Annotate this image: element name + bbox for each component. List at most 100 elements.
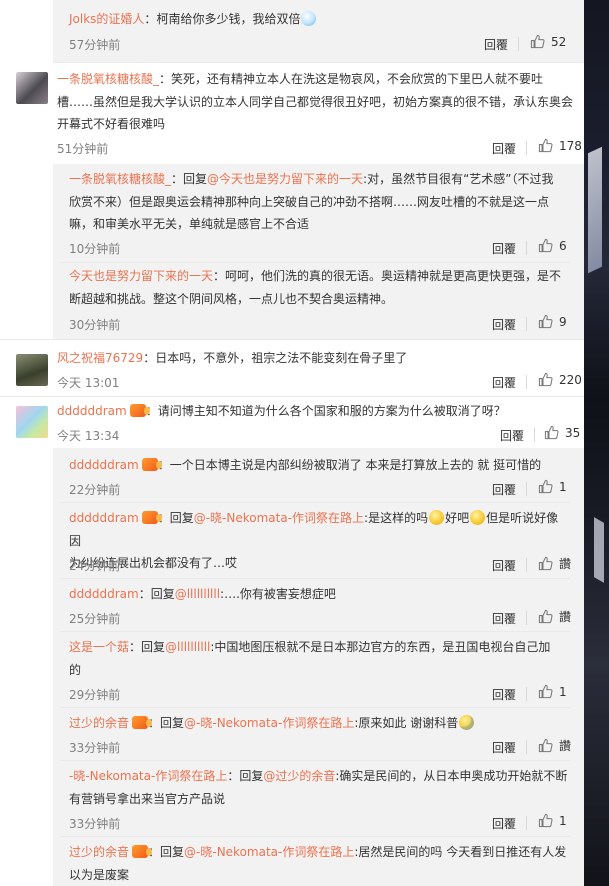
reply-button[interactable]: 回覆: [492, 240, 516, 257]
username-link[interactable]: 今天也是努力留下来的一天: [69, 269, 213, 283]
vip-badge-icon: [132, 716, 153, 729]
reply-button[interactable]: 回覆: [492, 140, 516, 157]
divider: [60, 836, 570, 837]
reply-button[interactable]: 回覆: [492, 481, 516, 498]
reply-button[interactable]: 回覆: [492, 739, 516, 756]
vip-badge-icon: [132, 845, 153, 858]
username-link[interactable]: Jolks的证婚人: [69, 12, 144, 26]
mention-link[interactable]: @llllllllll: [175, 587, 220, 601]
username-link[interactable]: 过少的余音: [69, 845, 129, 859]
avatar[interactable]: [16, 406, 48, 438]
divider: [526, 558, 527, 572]
comment-time: 29分钟前: [69, 688, 121, 702]
emoji-icon: [470, 510, 486, 525]
comment-time: 今天 13:01: [57, 376, 120, 390]
divider: [526, 375, 527, 389]
vip-badge-icon: [141, 511, 162, 524]
thumbs-up-icon: [538, 684, 553, 699]
comment-time: 33分钟前: [69, 817, 121, 831]
comment-text: Jolks的证婚人：柯南给你多少钱，我给双倍: [69, 8, 317, 31]
mention-link[interactable]: @今天也是努力留下来的一天: [207, 172, 363, 186]
username-link[interactable]: 一条脱氧核糖核酸_: [57, 72, 159, 86]
comment-text: ddddddram ：请问博主知不知道为什么各个国家和服的方案为什么被取消了呀？: [57, 404, 506, 418]
mention-link[interactable]: @-晓-Nekomata-作词祭在路上: [194, 511, 364, 525]
comment-time: 24分钟前: [69, 559, 121, 573]
like-button[interactable]: 讚: [538, 608, 571, 625]
divider: [60, 502, 570, 503]
reply-button[interactable]: 回覆: [500, 427, 524, 444]
username-link[interactable]: 一条脱氧核糖核酸_: [69, 172, 171, 186]
thumbs-up-icon: [544, 425, 559, 440]
comment-time: 33分钟前: [69, 741, 121, 755]
comment-text: 这是一个菇：回复@llllllllll:中国地图压根就不是日本那边官方的东西，是…: [69, 640, 551, 677]
username-link[interactable]: -晓-Nekomata-作词祭在路上: [69, 769, 227, 783]
divider: [60, 760, 570, 761]
divider: [534, 428, 535, 442]
mention-link[interactable]: @-晓-Nekomata-作词祭在路上: [184, 845, 354, 859]
divider: [0, 396, 584, 397]
username-link[interactable]: ddddddram: [57, 404, 127, 418]
avatar[interactable]: [16, 72, 48, 104]
divider: [526, 317, 527, 331]
reply-button[interactable]: 回覆: [492, 316, 516, 333]
comment-time: 22分钟前: [69, 483, 121, 497]
divider: [526, 482, 527, 496]
divider: [60, 262, 570, 263]
comment-text: ddddddram ：一个日本博主说是内部纠纷被取消了 本来是打算放上去的 就 挺…: [69, 458, 542, 472]
like-button[interactable]: 6: [538, 238, 567, 253]
reply-button[interactable]: 回覆: [492, 610, 516, 627]
comment-text: 一条脱氧核糖核酸_：笑死，还有精神立本人在洗这是物哀风，不会欣赏的下里巴人就不要…: [57, 72, 574, 131]
username-link[interactable]: ddddddram: [69, 511, 139, 525]
username-link[interactable]: ddddddram: [69, 587, 139, 601]
like-button[interactable]: 220: [538, 372, 582, 387]
comment-text: -晓-Nekomata-作词祭在路上：回复@过少的余音:确实是民间的，从日本申奥…: [69, 769, 568, 806]
like-button[interactable]: 1: [538, 813, 567, 828]
thumbs-up-icon: [538, 314, 553, 329]
reply-button[interactable]: 回覆: [492, 557, 516, 574]
divider: [526, 687, 527, 701]
divider: [53, 62, 584, 63]
thumbs-up-icon: [538, 479, 553, 494]
comment-text: 一条脱氧核糖核酸_：回复@今天也是努力留下来的一天:对，虽然节目很有“艺术感”（…: [69, 172, 554, 231]
emoji-icon: [429, 510, 445, 525]
mention-link[interactable]: @过少的余音: [263, 769, 335, 783]
divider: [526, 141, 527, 155]
like-button[interactable]: 35: [544, 425, 580, 440]
mention-link[interactable]: @-晓-Nekomata-作词祭在路上: [184, 716, 354, 730]
like-button[interactable]: 讚: [538, 555, 571, 572]
comment-time: 30分钟前: [69, 318, 121, 332]
vip-badge-icon: [129, 404, 150, 417]
comment-time: 10分钟前: [69, 242, 121, 256]
reply-button[interactable]: 回覆: [492, 815, 516, 832]
thumbs-up-icon: [538, 738, 553, 753]
like-button[interactable]: 讚: [538, 737, 571, 754]
divider: [526, 816, 527, 830]
like-button[interactable]: 9: [538, 314, 567, 329]
username-link[interactable]: ddddddram: [69, 458, 139, 472]
comment-text: 今天也是努力留下来的一天：呵呵，他们洗的真的很无语。奥运精神就是更高更快更强，是…: [69, 269, 562, 306]
like-button[interactable]: 52: [530, 34, 566, 49]
avatar[interactable]: [16, 354, 48, 386]
like-button[interactable]: 178: [538, 138, 582, 153]
like-button[interactable]: 1: [538, 684, 567, 699]
mention-link[interactable]: @llllllllll: [165, 640, 210, 654]
reply-button[interactable]: 回覆: [492, 686, 516, 703]
divider: [60, 707, 570, 708]
comment-time: 今天 13:34: [57, 429, 120, 443]
divider: [526, 740, 527, 754]
vip-badge-icon: [141, 458, 162, 471]
like-button[interactable]: 1: [538, 479, 567, 494]
thumbs-up-icon: [530, 34, 545, 49]
username-link[interactable]: 风之祝福76729: [57, 351, 143, 365]
comment-text: ddddddram：回复@llllllllll:….你有被害妄想症吧: [69, 587, 336, 601]
username-link[interactable]: 过少的余音: [69, 716, 129, 730]
emoji-icon: [459, 715, 475, 730]
comment-text: 过少的余音 ：回复@-晓-Nekomata-作词祭在路上:原来如此 谢谢科普: [69, 712, 569, 735]
divider: [518, 37, 519, 51]
comment-text: 过少的余音 ：回复@-晓-Nekomata-作词祭在路上:居然是民间的吗 今天看到…: [69, 845, 567, 882]
divider: [0, 339, 584, 340]
username-link[interactable]: 这是一个菇: [69, 640, 129, 654]
divider: [526, 611, 527, 625]
reply-button[interactable]: 回覆: [484, 36, 508, 53]
reply-button[interactable]: 回覆: [492, 374, 516, 391]
